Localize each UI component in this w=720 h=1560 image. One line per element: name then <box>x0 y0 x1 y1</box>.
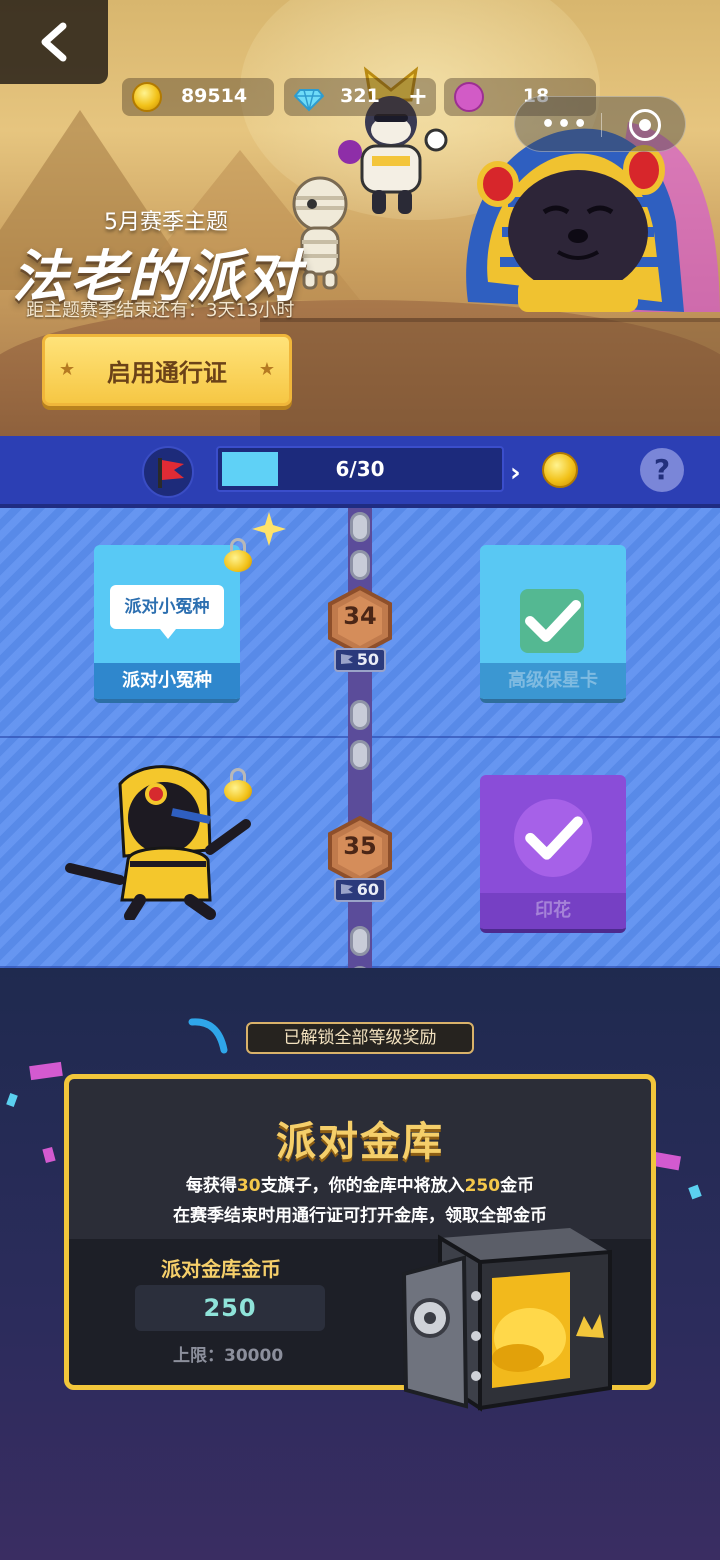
diamond-icon <box>294 89 324 112</box>
chevron-left-icon <box>41 22 67 62</box>
pass-reward-card[interactable]: 高级保星卡 <box>480 545 626 703</box>
chain-link <box>350 512 370 542</box>
pass-reward-card[interactable]: 印花 <box>480 775 626 933</box>
capsule-divider <box>601 113 602 137</box>
lock-icon <box>224 538 252 572</box>
vault-coins-value: 250 <box>135 1285 325 1331</box>
flag-requirement: 50 <box>334 648 386 672</box>
vault-title: 派对金库 <box>276 1119 444 1165</box>
add-diamond-button[interactable]: + <box>408 82 428 110</box>
more-dots-icon[interactable]: ••• <box>541 114 589 136</box>
check-icon <box>525 816 583 860</box>
target-close-icon[interactable] <box>629 109 661 141</box>
diamond-balance[interactable]: 321 + <box>284 78 436 116</box>
activate-pass-button[interactable]: ★ 启用通行证 ★ <box>42 334 292 406</box>
season-timer: 距主题赛季结束还有：3天13小时 <box>26 300 295 321</box>
all-rewards-unlocked-label: 已解锁全部等级奖励 <box>246 1022 474 1054</box>
back-button[interactable] <box>0 0 108 84</box>
flag-badge <box>142 446 194 498</box>
season-hero-banner: 89514 321 + 18 ••• 5月赛季主题 法老的派对 距主题赛季结束还… <box>0 0 720 436</box>
vault-coins-label: 派对金库金币 <box>161 1257 281 1281</box>
free-reward-card[interactable]: 派对小冤种 派对小冤种 <box>94 545 240 703</box>
reward-caption: 印花 <box>480 893 626 929</box>
vault-limit: 上限：30000 <box>173 1346 284 1366</box>
flag-icon <box>341 654 353 664</box>
lotus-icon <box>454 82 484 112</box>
vault-description-line1: 每获得30支旗子，你的金库中将放入250金币 <box>185 1176 535 1196</box>
stone-wall <box>260 318 720 436</box>
treasure-safe-icon <box>401 1228 612 1412</box>
activate-pass-label: 启用通行证 <box>107 358 227 387</box>
gold-coin-balance: 89514 <box>122 78 274 116</box>
sparkle-icon <box>252 512 286 546</box>
star-icon: ★ <box>59 359 76 380</box>
chain-link <box>350 926 370 956</box>
chevron-right-icon: › <box>510 458 521 488</box>
level-number: 35 <box>343 832 377 860</box>
chain-link <box>350 700 370 730</box>
gold-coin-icon <box>542 452 578 488</box>
chain-link <box>350 550 370 580</box>
flag-requirement: 60 <box>334 878 386 902</box>
confetti-decor <box>188 1018 228 1054</box>
gold-coin-value: 89514 <box>180 85 248 107</box>
diamond-value: 321 <box>340 85 380 107</box>
level-progress-text: 6/30 <box>335 457 385 481</box>
reward-bubble: 派对小冤种 <box>110 585 224 639</box>
level-progress-track: 6/30 <box>216 446 504 492</box>
help-button[interactable]: ? <box>640 448 684 492</box>
check-icon <box>525 600 581 642</box>
gold-coin-icon <box>132 82 162 112</box>
level-number: 34 <box>343 602 377 630</box>
pass-progress-bar: 6/30 › ? <box>0 436 720 508</box>
reward-caption: 高级保星卡 <box>480 663 626 699</box>
miniprogram-capsule: ••• <box>514 96 686 152</box>
lotus-stamp-icon <box>514 799 592 877</box>
star-icon: ★ <box>258 359 275 380</box>
red-flag-icon <box>158 458 184 488</box>
lock-icon <box>224 768 252 802</box>
flag-icon <box>341 884 353 894</box>
reward-caption: 派对小冤种 <box>94 663 240 699</box>
chain-link <box>350 740 370 770</box>
shield-card-icon <box>520 589 584 653</box>
